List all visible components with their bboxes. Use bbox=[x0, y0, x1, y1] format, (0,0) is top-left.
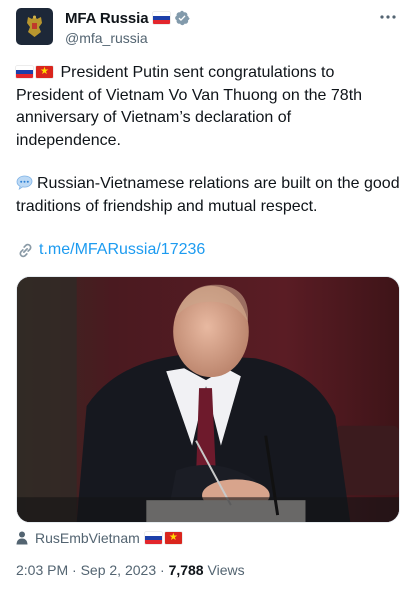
tagged-account-name[interactable]: RusEmbVietnam bbox=[35, 530, 140, 546]
russia-flag-icon bbox=[153, 12, 171, 24]
russia-flag-icon bbox=[16, 66, 33, 78]
vietnam-flag-icon bbox=[164, 532, 182, 544]
person-icon bbox=[16, 531, 28, 545]
tagged-account[interactable]: RusEmbVietnam bbox=[16, 529, 182, 547]
tweet-meta: 2:03 PM · Sep 2, 2023 · 7,788 Views bbox=[16, 562, 245, 578]
views-count: 7,788 bbox=[168, 562, 204, 578]
name-row: MFA Russia bbox=[65, 9, 191, 27]
link-icon bbox=[19, 243, 32, 257]
link-text[interactable]: t.me/MFARussia/17236 bbox=[39, 239, 205, 262]
tweet-photo[interactable] bbox=[16, 276, 400, 523]
tweet-time[interactable]: 2:03 PM bbox=[16, 562, 68, 578]
tweet-paragraph-1: President Putin sent congratulations to … bbox=[16, 62, 400, 152]
views-label: Views bbox=[203, 562, 245, 578]
more-dots-icon[interactable] bbox=[378, 11, 398, 23]
verified-badge-icon bbox=[175, 10, 191, 26]
tweet-paragraph-2: Russian-Vietnamese relations are built o… bbox=[16, 173, 400, 218]
coat-of-arms-icon bbox=[27, 15, 42, 37]
tweet-header: MFA Russia @mfa_russia bbox=[16, 8, 400, 48]
author-block: MFA Russia @mfa_russia bbox=[65, 9, 191, 46]
handle[interactable]: @mfa_russia bbox=[65, 30, 190, 46]
speech-bubble-icon bbox=[16, 175, 33, 190]
meta-separator: · bbox=[156, 562, 169, 578]
photo-image bbox=[17, 277, 399, 522]
paragraph-2-text: Russian-Vietnamese relations are built o… bbox=[16, 175, 400, 215]
tweet-link[interactable]: t.me/MFARussia/17236 bbox=[16, 239, 400, 262]
vietnam-flag-icon bbox=[36, 66, 53, 78]
avatar[interactable] bbox=[16, 8, 53, 45]
paragraph-1-text: President Putin sent congratulations to … bbox=[16, 64, 363, 149]
tweet-date[interactable]: Sep 2, 2023 bbox=[81, 562, 157, 578]
meta-separator: · bbox=[68, 562, 81, 578]
display-name[interactable]: MFA Russia bbox=[65, 10, 149, 27]
tweet-text: President Putin sent congratulations to … bbox=[16, 62, 400, 262]
russia-flag-icon bbox=[144, 532, 162, 544]
